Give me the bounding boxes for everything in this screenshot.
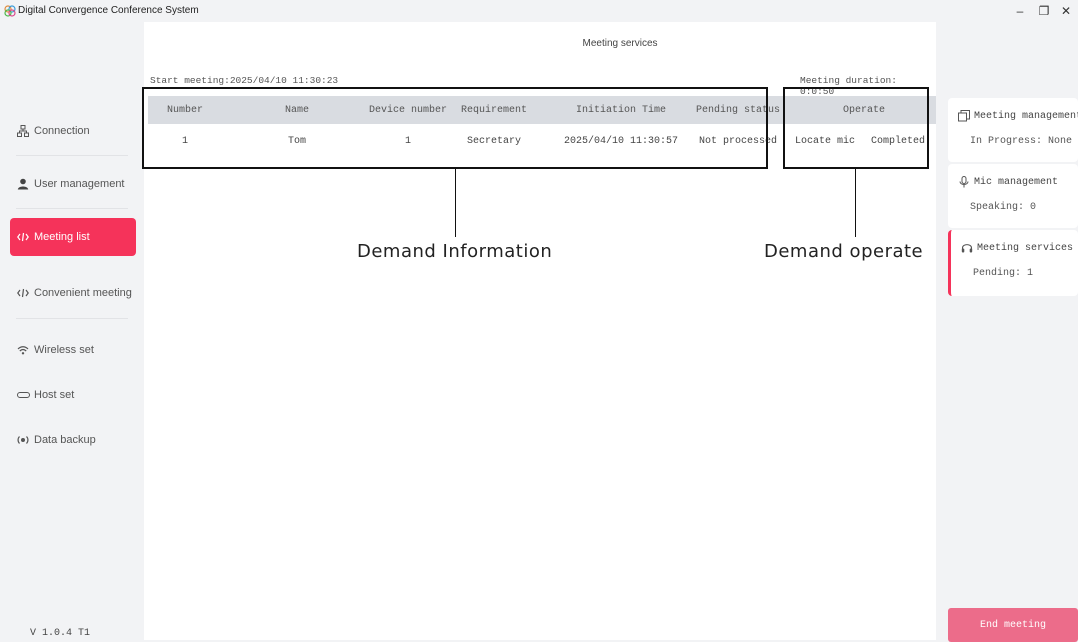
- meeting-list-icon: [16, 230, 30, 244]
- sidebar-item-label: Data backup: [34, 434, 96, 446]
- card-title: Mic management: [958, 176, 1058, 188]
- close-button[interactable]: ✕: [1056, 3, 1076, 19]
- demand-information-pointer: [455, 169, 456, 237]
- sidebar-item-convenient-meeting[interactable]: Convenient meeting: [10, 274, 136, 312]
- minimize-button[interactable]: –: [1010, 3, 1030, 19]
- meeting-management-card[interactable]: Meeting management In Progress: None: [948, 98, 1078, 162]
- sidebar-item-meeting-list[interactable]: Meeting list: [10, 218, 136, 256]
- demand-information-box: [142, 87, 768, 169]
- card-value: Speaking: 0: [970, 202, 1037, 213]
- backup-icon: [16, 433, 30, 447]
- connection-icon: [16, 124, 30, 138]
- sidebar-item-label: Meeting list: [34, 231, 90, 243]
- sidebar-item-user-management[interactable]: User management: [10, 165, 136, 203]
- demand-information-label: Demand Information: [357, 241, 553, 262]
- card-title: Meeting services: [961, 242, 1073, 254]
- sidebar-item-label: User management: [34, 178, 125, 190]
- card-title: Meeting management: [958, 110, 1078, 122]
- mic-management-card[interactable]: Mic management Speaking: 0: [948, 164, 1078, 228]
- demand-operate-box: [783, 87, 929, 169]
- divider: [16, 208, 128, 209]
- window-title: Digital Convergence Conference System: [18, 5, 199, 16]
- card-value: Pending: 1: [973, 268, 1034, 279]
- headset-icon: [961, 242, 973, 254]
- page-title: Meeting services: [582, 38, 658, 49]
- sidebar-item-label: Convenient meeting: [34, 287, 132, 299]
- wifi-icon: [16, 343, 30, 357]
- sidebar-item-label: Wireless set: [34, 344, 94, 356]
- app-logo-icon: [4, 5, 16, 17]
- sidebar: Connection User management Meeting list …: [0, 22, 144, 642]
- meeting-services-card[interactable]: Meeting services Pending: 1: [948, 230, 1078, 296]
- sidebar-item-wireless-set[interactable]: Wireless set: [10, 331, 136, 369]
- divider: [16, 155, 128, 156]
- user-icon: [16, 177, 30, 191]
- sidebar-item-label: Host set: [34, 389, 75, 401]
- divider: [16, 318, 128, 319]
- start-meeting-time: Start meeting:2025/04/10 11:30:23: [150, 75, 339, 86]
- end-meeting-button[interactable]: End meeting: [948, 608, 1078, 642]
- sidebar-item-host-set[interactable]: Host set: [10, 376, 136, 414]
- demand-operate-pointer: [855, 169, 856, 237]
- title-bar: Digital Convergence Conference System – …: [0, 0, 1078, 22]
- version-label: V 1.0.4 T1: [30, 628, 91, 639]
- window-stack-icon: [958, 110, 970, 122]
- sidebar-item-label: Connection: [34, 125, 90, 137]
- card-value: In Progress: None: [970, 136, 1073, 147]
- microphone-icon: [958, 176, 970, 188]
- convenient-meeting-icon: [16, 286, 30, 300]
- host-icon: [16, 388, 30, 402]
- sidebar-item-connection[interactable]: Connection: [10, 112, 136, 150]
- sidebar-item-data-backup[interactable]: Data backup: [10, 421, 136, 459]
- restore-button[interactable]: ❐: [1034, 3, 1054, 19]
- demand-operate-label: Demand operate: [764, 241, 924, 262]
- right-panel: Meeting management In Progress: None Mic…: [948, 22, 1078, 642]
